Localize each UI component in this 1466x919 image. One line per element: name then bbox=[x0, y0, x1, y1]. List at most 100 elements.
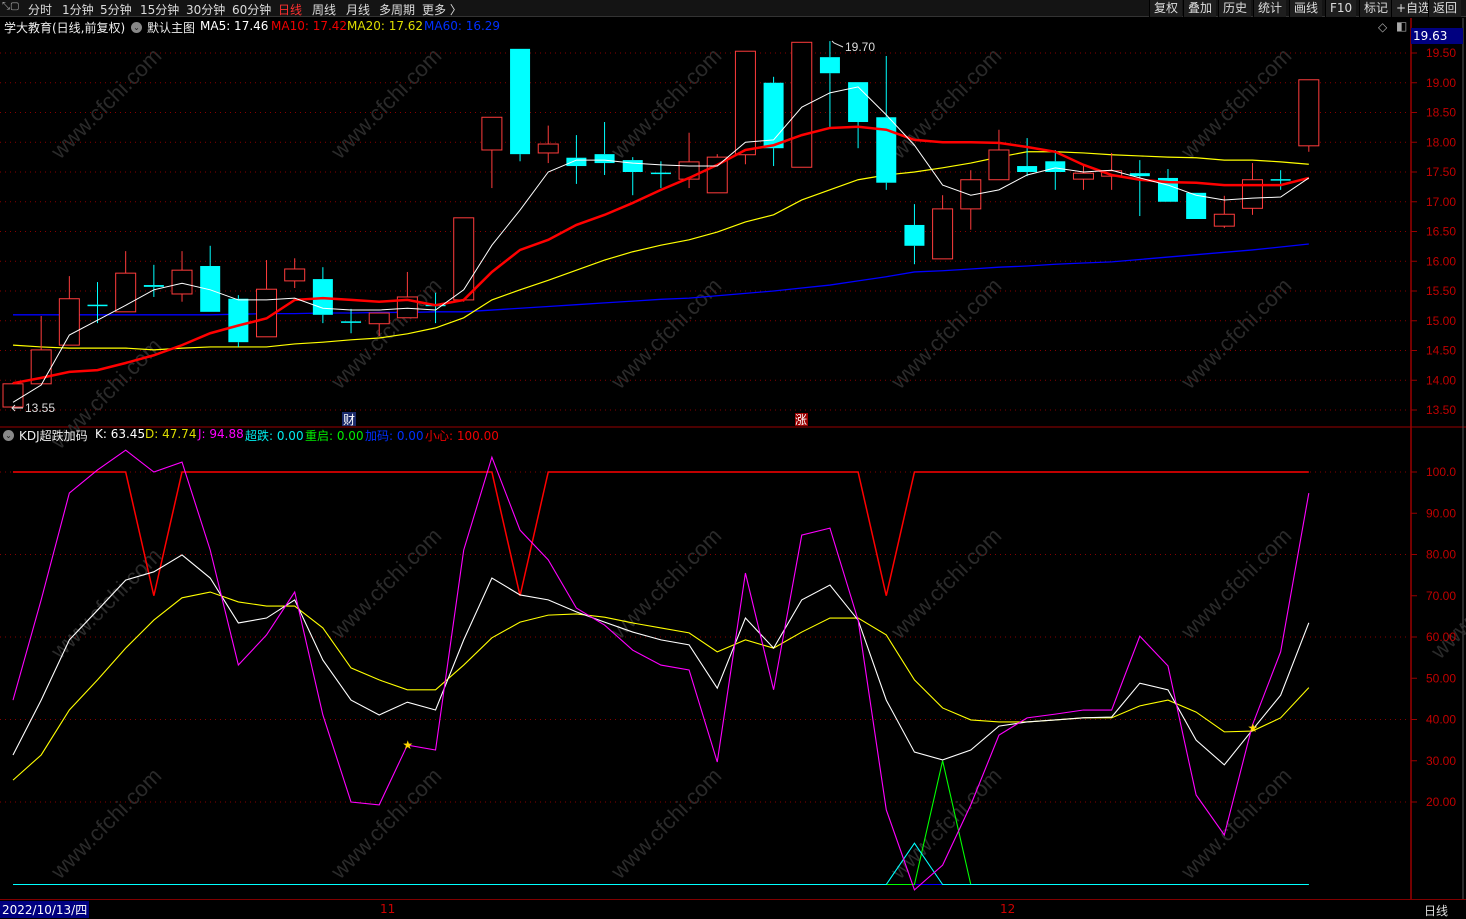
candle-up bbox=[734, 50, 756, 156]
candle-down bbox=[1017, 166, 1038, 172]
candle-down bbox=[1045, 161, 1066, 172]
period-tab-2[interactable]: 5分钟 bbox=[100, 1, 132, 18]
toolbar-button-1[interactable]: 叠加 bbox=[1183, 0, 1217, 17]
period-tab-6[interactable]: 日线 bbox=[278, 1, 302, 18]
restore-window-icon[interactable]: ⤡▢ bbox=[2, 1, 19, 12]
watermark: www.cfchi.com bbox=[45, 763, 166, 884]
high-arrow-icon bbox=[831, 40, 844, 48]
price-axis-label: 13.50 bbox=[1426, 403, 1456, 417]
kdj-axis-label: 20.00 bbox=[1426, 795, 1456, 809]
candle-down bbox=[904, 224, 925, 246]
kdj-axis-label: 50.00 bbox=[1426, 671, 1456, 685]
stock-title: 学大教育(日线,前复权) bbox=[4, 21, 126, 35]
period-tab-8[interactable]: 月线 bbox=[346, 1, 370, 18]
toolbar-button-0[interactable]: 复权 bbox=[1149, 0, 1183, 17]
chart-canvas[interactable]: www.cfchi.com www.cfchi.com www.cfchi.com w… bbox=[0, 0, 1466, 918]
candle-up bbox=[791, 41, 813, 168]
chevron-down-icon[interactable]: ⌄ bbox=[131, 22, 142, 33]
month-label-11: 11 bbox=[380, 902, 396, 916]
indicator-name[interactable]: KDJ超跌加码 bbox=[19, 427, 88, 444]
candle-down bbox=[1270, 179, 1291, 181]
candle-down bbox=[510, 48, 531, 155]
toolbar-button-6[interactable]: 标记 bbox=[1359, 0, 1393, 17]
watermark: www.cfchi.com bbox=[45, 543, 166, 664]
candle-down bbox=[228, 298, 249, 343]
price-axis-label: 15.50 bbox=[1426, 284, 1456, 298]
price-axis-label: 15.00 bbox=[1426, 314, 1456, 328]
watermark: www.cfchi.com bbox=[605, 523, 726, 644]
candle-up bbox=[1298, 79, 1320, 147]
watermark: www.cfchi.com bbox=[45, 43, 166, 164]
period-label[interactable]: 日线 bbox=[1424, 902, 1448, 919]
ma20-value: MA20: 17.62 bbox=[347, 19, 424, 33]
panel-toggle-icon[interactable]: ◧ bbox=[1396, 19, 1407, 33]
kdj-axis-label: 30.00 bbox=[1426, 754, 1456, 768]
watermark: www.cfchi.com bbox=[885, 43, 1006, 164]
j-value: J: 94.88 bbox=[198, 427, 244, 441]
candle-up bbox=[453, 217, 475, 301]
kdj-axis-label: 80.00 bbox=[1426, 548, 1456, 562]
watermark: www.cfchi.com bbox=[1175, 43, 1296, 164]
candle-up bbox=[678, 161, 700, 180]
chaodie-value: 超跌: 0.00 bbox=[245, 429, 304, 443]
period-toolbar: ⤡▢ 分时 1分钟 5分钟 15分钟 30分钟 60分钟 日线 周线 月线 多周期 更多 〉 复权叠… bbox=[0, 0, 1466, 17]
candle-up bbox=[988, 149, 1010, 181]
candle-down bbox=[650, 172, 671, 175]
period-tab-7[interactable]: 周线 bbox=[312, 1, 336, 18]
price-axis-label: 14.50 bbox=[1426, 344, 1456, 358]
period-tab-10[interactable]: 更多 〉 bbox=[422, 1, 462, 18]
event-badge-zhang-text: 涨 bbox=[795, 412, 807, 427]
watermark: www.cfchi.com bbox=[325, 763, 446, 884]
candle-up bbox=[2, 383, 24, 408]
candle-up bbox=[537, 143, 559, 154]
period-tab-4[interactable]: 30分钟 bbox=[186, 1, 225, 18]
star-signal-icon: ★ bbox=[1247, 721, 1258, 735]
cursor-date: 2022/10/13/四 bbox=[0, 901, 90, 918]
candle-down bbox=[143, 285, 164, 287]
chongqi-value: 重启: 0.00 bbox=[305, 429, 364, 443]
candle-down bbox=[876, 117, 897, 183]
kdj-axis-label: 40.00 bbox=[1426, 713, 1456, 727]
k-value: K: 63.45 bbox=[95, 427, 146, 441]
candle-up bbox=[1072, 172, 1094, 180]
diamond-icon[interactable]: ◇ bbox=[1378, 20, 1387, 34]
price-axis-label: 14.00 bbox=[1426, 373, 1456, 387]
price-axis-label: 17.00 bbox=[1426, 195, 1456, 209]
period-tab-0[interactable]: 分时 bbox=[28, 1, 52, 18]
kdj-axis-label: 100.0 bbox=[1426, 465, 1456, 479]
period-tab-9[interactable]: 多周期 bbox=[379, 1, 415, 18]
chaodie-line bbox=[13, 842, 1309, 886]
candle-up bbox=[58, 298, 80, 346]
period-tab-1[interactable]: 1分钟 bbox=[62, 1, 94, 18]
high-price-label: 19.70 bbox=[845, 40, 875, 54]
toolbar-button-2[interactable]: 历史 bbox=[1218, 0, 1252, 17]
watermark: www.cfchi.com bbox=[1175, 523, 1296, 644]
chevron-down-icon[interactable]: ⌄ bbox=[3, 430, 14, 441]
period-tab-3[interactable]: 15分钟 bbox=[140, 1, 179, 18]
price-axis-label: 17.50 bbox=[1426, 165, 1456, 179]
candle-up bbox=[481, 116, 503, 151]
ma60-value: MA60: 16.29 bbox=[424, 19, 501, 33]
event-badge-cai-text: 财 bbox=[343, 413, 355, 427]
watermark: www.cfchi.com bbox=[885, 763, 1006, 884]
price-axis-label: 18.00 bbox=[1426, 135, 1456, 149]
current-price-label: 19.63 bbox=[1411, 28, 1463, 44]
watermark: www.cfchi.com bbox=[325, 43, 446, 164]
candle-down bbox=[200, 266, 221, 312]
toolbar-button-3[interactable]: 统计 bbox=[1253, 0, 1287, 17]
main-chart-selector[interactable]: 默认主图 bbox=[147, 19, 195, 36]
watermark: www.cfchi.com bbox=[605, 43, 726, 164]
jiama-value: 加码: 0.00 bbox=[365, 429, 424, 443]
kdj-axis-label: 90.00 bbox=[1426, 506, 1456, 520]
candle-down bbox=[87, 304, 108, 307]
candle-up bbox=[1213, 213, 1235, 227]
candle-down bbox=[763, 82, 784, 149]
date-axis: 2022/10/13/四 11 12 日线 bbox=[0, 899, 1466, 918]
toolbar-button-5[interactable]: F10 bbox=[1325, 0, 1357, 17]
price-axis-label: 18.50 bbox=[1426, 106, 1456, 120]
period-tab-5[interactable]: 60分钟 bbox=[232, 1, 271, 18]
ma5-value: MA5: 17.46 bbox=[200, 19, 269, 33]
month-label-12: 12 bbox=[1000, 902, 1016, 916]
toolbar-button-4[interactable]: 画线 bbox=[1289, 0, 1323, 17]
toolbar-button-8[interactable]: 返回 bbox=[1428, 0, 1462, 17]
